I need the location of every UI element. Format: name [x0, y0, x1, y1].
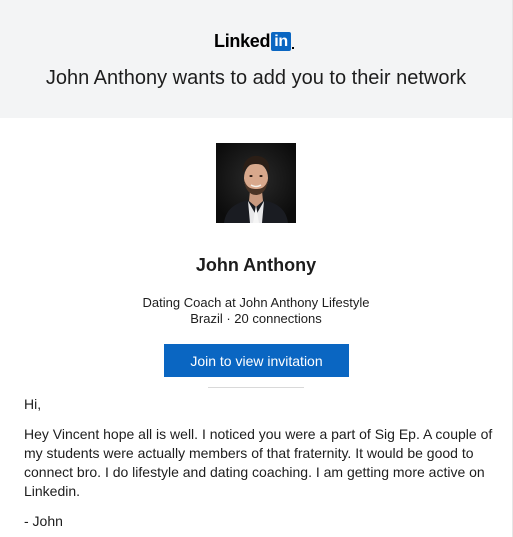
- profile-meta: Brazil · 20 connections: [190, 311, 322, 326]
- join-to-view-invitation-button[interactable]: Join to view invitation: [164, 344, 349, 377]
- email-header: Linked in John Anthony wants to add you …: [0, 0, 512, 118]
- avatar[interactable]: [216, 143, 296, 223]
- logo-in-box: in: [271, 31, 291, 51]
- invitation-title: John Anthony wants to add you to their n…: [45, 67, 467, 89]
- linkedin-logo[interactable]: Linked in: [214, 31, 294, 51]
- message-body: Hey Vincent hope all is well. I noticed …: [24, 426, 493, 499]
- profile-photo-icon: [216, 143, 296, 223]
- logo-dot: [291, 47, 294, 49]
- profile-headline: Dating Coach at John Anthony Lifestyle: [142, 295, 370, 310]
- profile-name[interactable]: John Anthony: [0, 254, 512, 276]
- divider: [208, 387, 304, 388]
- message-signoff: - John: [24, 513, 63, 529]
- logo-wordmark: Linked: [214, 31, 271, 51]
- email-invitation: Linked in John Anthony wants to add you …: [0, 0, 513, 537]
- message-greeting: Hi,: [24, 396, 42, 412]
